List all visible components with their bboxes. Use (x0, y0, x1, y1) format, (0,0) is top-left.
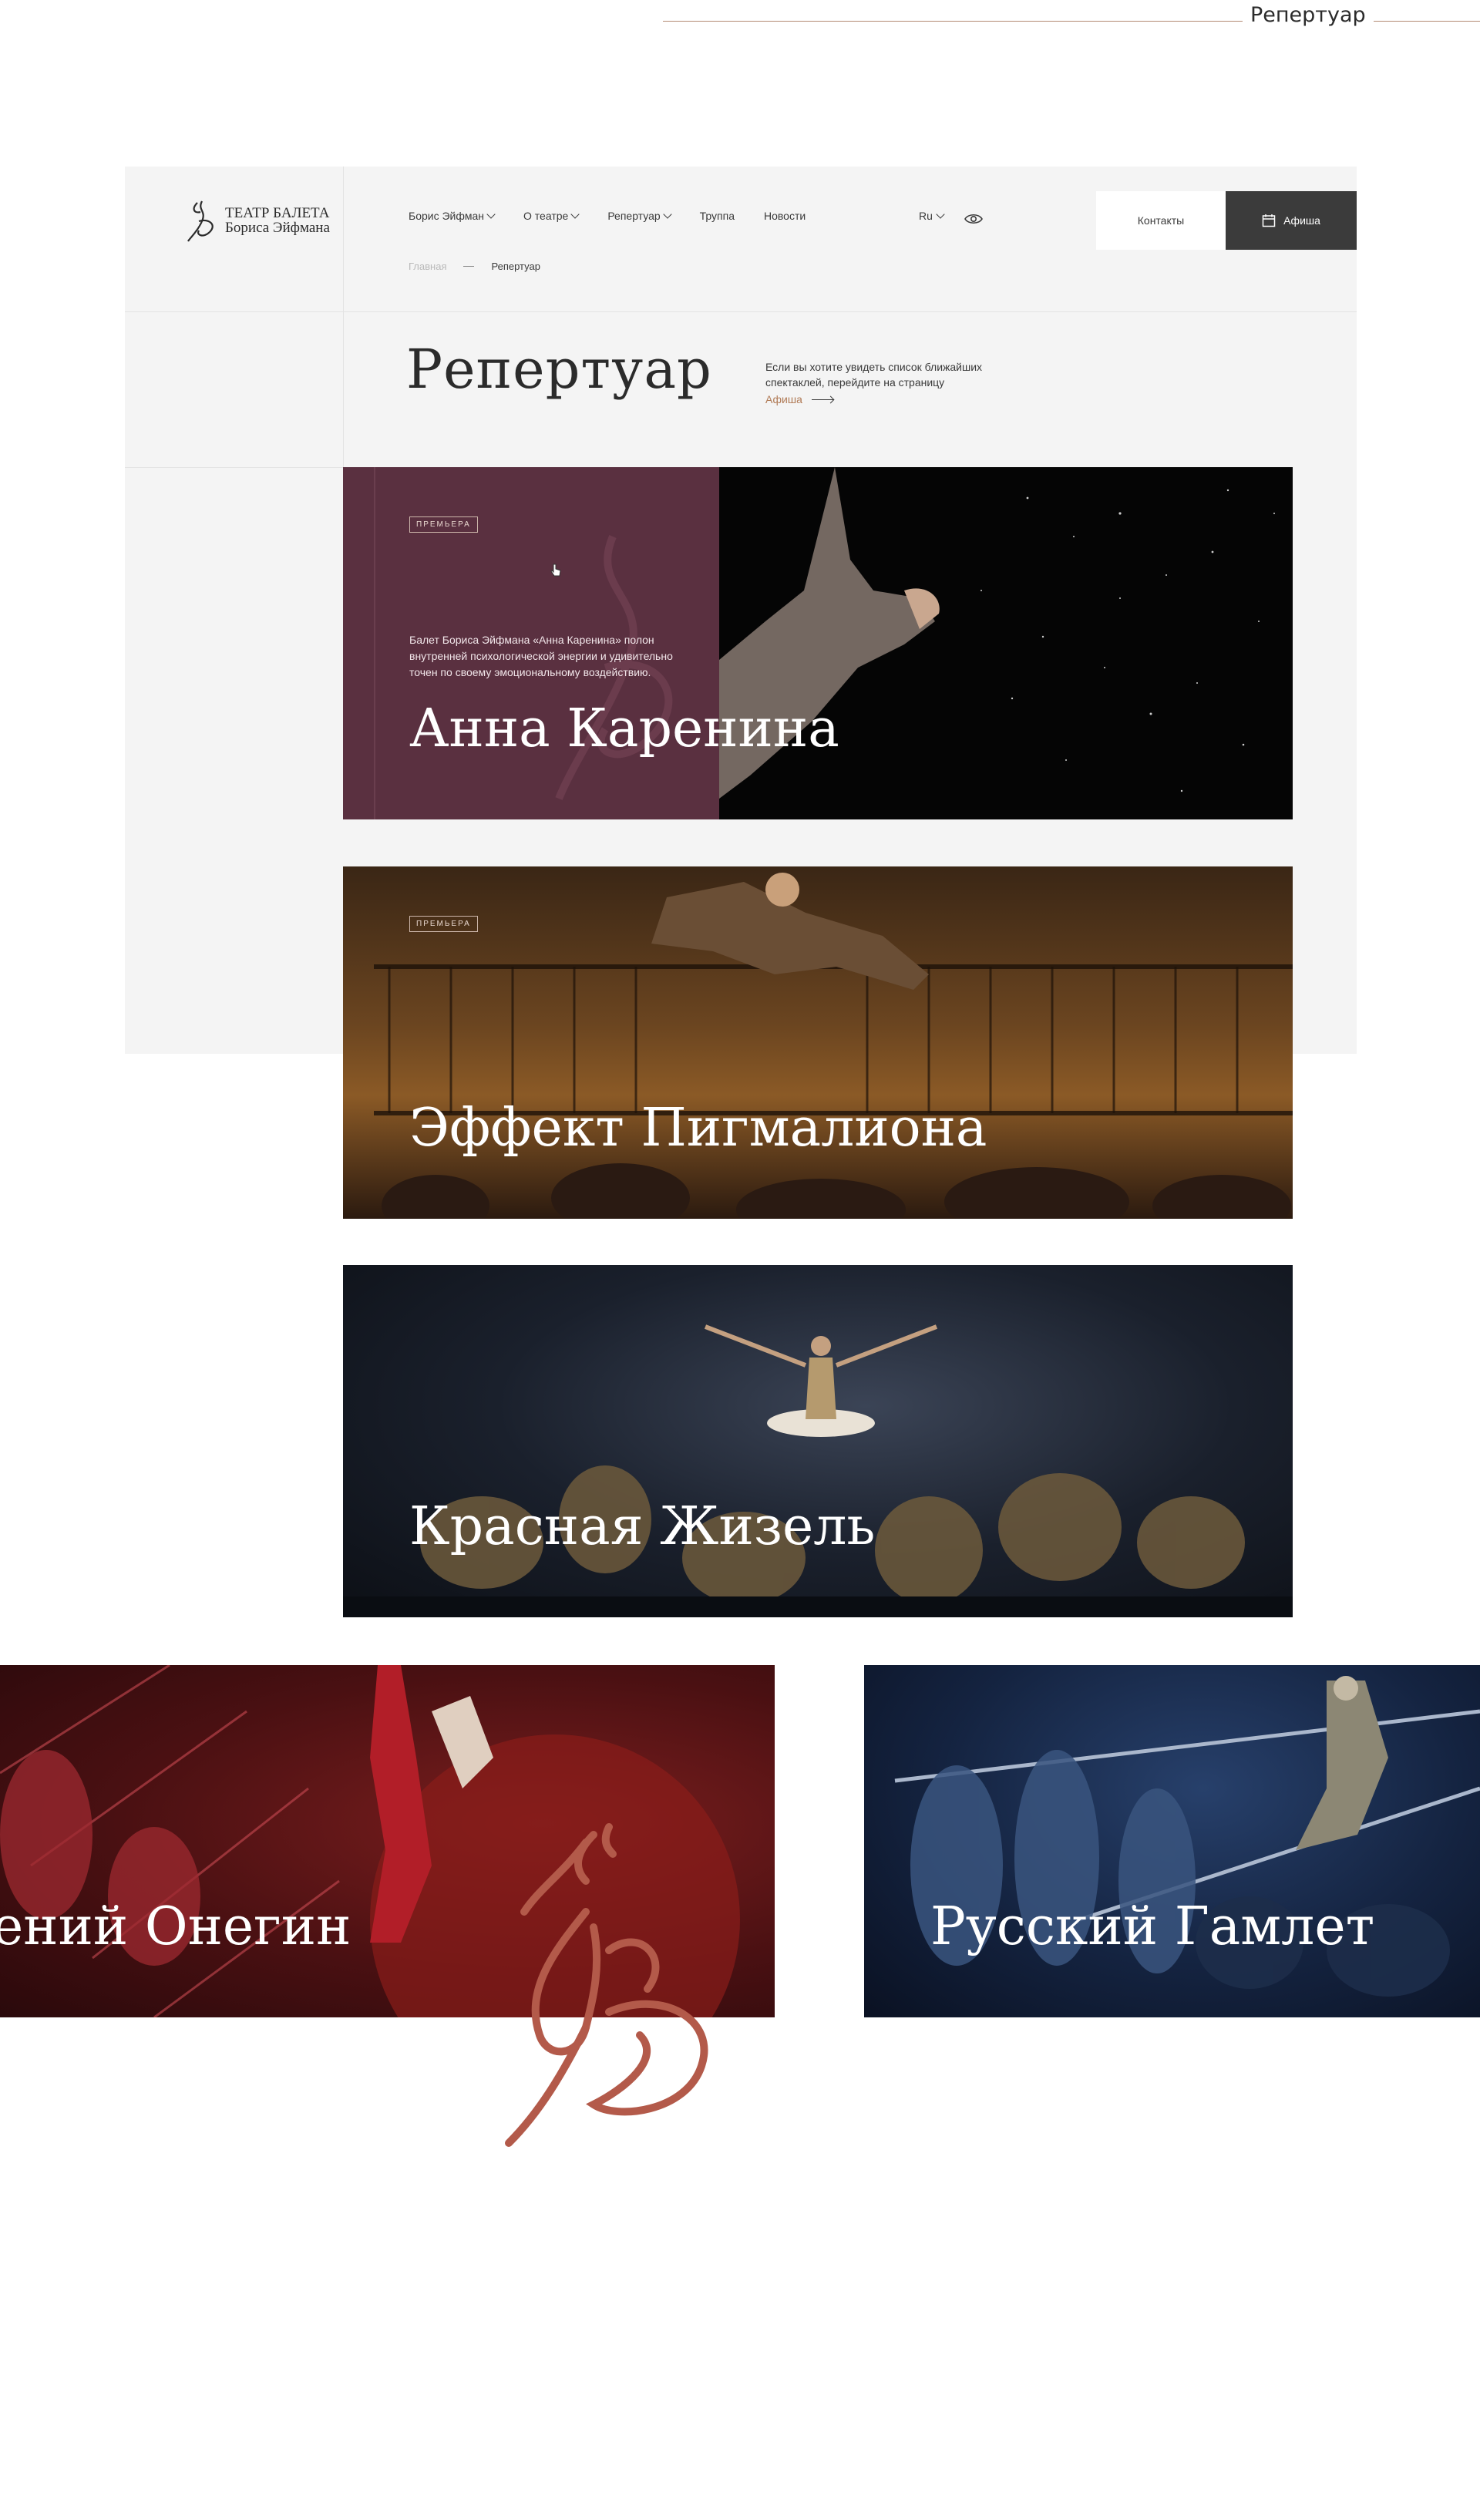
breadcrumb-current: Репертуар (491, 261, 540, 272)
theatre-logo[interactable]: ТЕАТР БАЛЕТА Бориса Эйфмана (187, 197, 333, 244)
page-title: Репертуар (406, 338, 712, 401)
nav-label: Борис Эйфман (409, 210, 485, 222)
breadcrumb: Главная Репертуар (409, 261, 540, 272)
stage-photo (343, 1324, 1293, 1617)
language-label: Ru (919, 210, 933, 222)
afisha-link[interactable]: Афиша (765, 393, 833, 405)
chevron-down-icon (486, 210, 496, 219)
performance-card-anna-karenina[interactable]: ПРЕМЬЕРА Балет Бориса Эйфмана «Анна Каре… (343, 467, 1293, 819)
card-title: ений Онегин (0, 1896, 352, 1957)
monogram-icon (187, 200, 214, 242)
performance-card-pygmalion-effect[interactable]: ПРЕМЬЕРА Эффект Пигмалиона (343, 866, 1293, 1219)
nav-label: Новости (764, 210, 806, 222)
performance-card-red-giselle[interactable]: Красная Жизель (343, 1265, 1293, 1617)
card-info-panel: ПРЕМЬЕРА Балет Бориса Эйфмана «Анна Каре… (343, 467, 719, 819)
logo-line-2: Бориса Эйфмана (225, 220, 330, 236)
card-title: Эффект Пигмалиона (409, 1098, 987, 1159)
dancer-photo (719, 467, 1275, 799)
card-title: Русский Гамлет (930, 1896, 1375, 1957)
accessibility-eye-icon[interactable] (964, 213, 983, 225)
nav-item-troupe[interactable]: Труппа (700, 210, 735, 222)
top-section-label: Репертуар (1243, 3, 1374, 27)
stage-photo (894, 1676, 1480, 1997)
panel-divider-horizontal (125, 311, 1357, 312)
cursor-pointer-icon (550, 564, 561, 577)
panel-divider-horizontal-left (125, 467, 343, 468)
logo-wordmark: ТЕАТР БАЛЕТА Бориса Эйфмана (225, 206, 330, 235)
breadcrumb-separator (463, 266, 475, 267)
logo-line-1: ТЕАТР БАЛЕТА (225, 205, 330, 221)
afisha-link-label: Афиша (765, 393, 802, 405)
performance-card-russian-hamlet[interactable]: Русский Гамлет (864, 1665, 1480, 2017)
arrow-right-icon (811, 399, 833, 400)
chevron-down-icon (662, 210, 672, 219)
nav-item-news[interactable]: Новости (764, 210, 806, 222)
monogram-icon (505, 1823, 708, 2147)
chevron-down-icon (570, 210, 580, 219)
stage-photo (374, 873, 1293, 1219)
main-nav: Борис Эйфман О театре Репертуар Труппа Н… (409, 210, 835, 222)
intro-text: Если вы хотите увидеть список ближайших … (765, 361, 983, 389)
decorative-line (374, 467, 375, 819)
nav-item-eifman[interactable]: Борис Эйфман (409, 210, 496, 222)
nav-label: О театре (523, 210, 569, 222)
premiere-badge: ПРЕМЬЕРА (409, 516, 478, 533)
contacts-button[interactable]: Контакты (1096, 191, 1226, 250)
breadcrumb-home[interactable]: Главная (409, 261, 446, 272)
calendar-icon (1262, 214, 1276, 227)
chevron-down-icon (936, 210, 945, 219)
card-title: Красная Жизель (409, 1496, 876, 1557)
panel-divider-vertical (343, 167, 344, 467)
card-photo-starfield (719, 467, 1293, 819)
nav-label: Труппа (699, 210, 735, 222)
nav-item-repertoire[interactable]: Репертуар (607, 210, 672, 222)
afisha-label: Афиша (1283, 214, 1320, 227)
language-selector[interactable]: Ru (919, 210, 945, 222)
card-title: Анна Каренина (409, 698, 839, 759)
card-description: Балет Бориса Эйфмана «Анна Каренина» пол… (409, 634, 673, 678)
afisha-button[interactable]: Афиша (1226, 191, 1357, 250)
nav-item-about[interactable]: О театре (523, 210, 580, 222)
nav-label: Репертуар (607, 210, 661, 222)
premiere-badge: ПРЕМЬЕРА (409, 916, 478, 932)
